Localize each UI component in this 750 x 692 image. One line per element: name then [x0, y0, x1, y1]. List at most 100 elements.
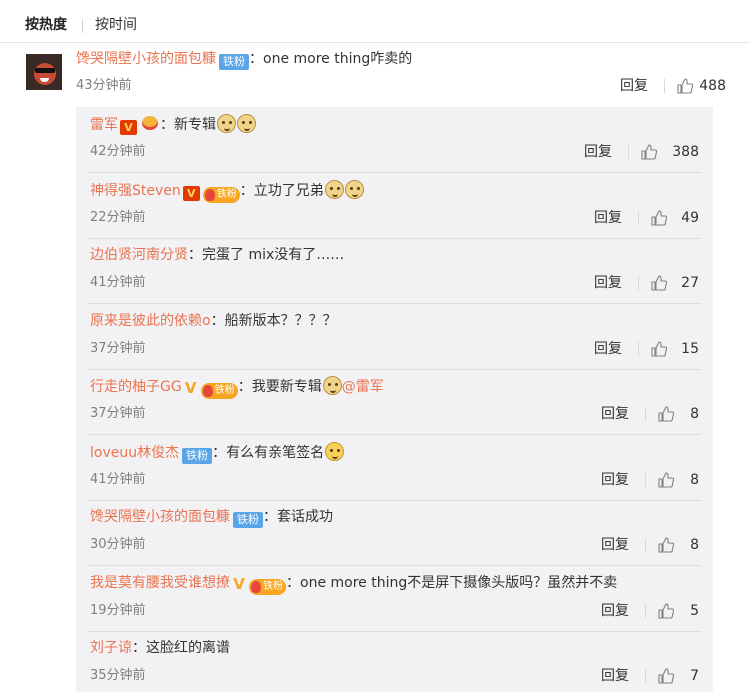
- reply-item: 原来是彼此的依赖o：船新版本？？？？ 37分钟前 回复 15: [76, 304, 713, 370]
- reply-item: loveuu林俊杰 铁粉 ：有么有亲笔签名 41分钟前 回复 8: [76, 435, 713, 501]
- sort-divider: [82, 19, 83, 33]
- doge-emoji-icon: [344, 180, 364, 199]
- reply-line: loveuu林俊杰 铁粉 ：有么有亲笔签名: [90, 442, 345, 464]
- reply-button[interactable]: 回复: [594, 339, 622, 359]
- reply-item: 神得强Steven V 铁粉 ：立功了兄弟 22分钟前 回复 49: [76, 173, 713, 239]
- reply-item: 刘子谅：这脸红的离谱 35分钟前 回复 7: [76, 631, 713, 692]
- reply-author-name[interactable]: 神得强Steven: [90, 183, 181, 199]
- reply-time: 37分钟前: [90, 341, 146, 356]
- colon: ：: [239, 183, 254, 199]
- thumbs-up-icon[interactable]: [641, 144, 657, 160]
- action-divider: [638, 276, 639, 290]
- doge-emoji-icon: [324, 180, 344, 199]
- colon: ：: [212, 445, 227, 461]
- action-divider: [638, 211, 639, 225]
- reply-author-name[interactable]: 馋哭隔壁小孩的面包糠: [90, 509, 230, 525]
- like-count: 5: [690, 603, 699, 619]
- thumbs-up-icon[interactable]: [651, 275, 667, 291]
- reply-button[interactable]: 回复: [601, 601, 629, 621]
- reply-text: 完蛋了 mix没有了……: [202, 247, 345, 263]
- action-divider: [645, 538, 646, 552]
- doge-emoji-icon: [217, 114, 236, 133]
- reply-button[interactable]: 回复: [584, 142, 612, 162]
- reply-author-name[interactable]: 刘子谅: [90, 640, 132, 656]
- comment-actions: 回复 488: [620, 76, 730, 96]
- colon: ：: [263, 509, 277, 525]
- reply-time: 37分钟前: [90, 406, 146, 421]
- reply-author-name[interactable]: loveuu林俊杰: [90, 445, 179, 461]
- reply-actions: 回复 49: [594, 208, 709, 228]
- reply-line: 雷军 V ：新专辑: [90, 114, 256, 135]
- reply-author-name[interactable]: 雷军: [90, 117, 118, 133]
- comment-text: one more thing咋卖的: [263, 51, 413, 67]
- thumbs-up-icon[interactable]: [658, 406, 674, 422]
- like-count: 8: [690, 472, 699, 488]
- colon: ：: [237, 379, 252, 395]
- reply-time: 42分钟前: [90, 144, 146, 159]
- comment-time: 43分钟前: [76, 78, 132, 93]
- thumbs-up-icon[interactable]: [658, 537, 674, 553]
- verified-v-icon[interactable]: V: [182, 186, 200, 201]
- reply-time: 22分钟前: [90, 210, 146, 225]
- reply-line: 神得强Steven V 铁粉 ：立功了兄弟: [90, 180, 364, 203]
- like-count: 8: [690, 406, 699, 422]
- reply-time: 30分钟前: [90, 537, 146, 552]
- mention-link[interactable]: @雷军: [342, 379, 384, 395]
- reply-button[interactable]: 回复: [594, 273, 622, 293]
- verified-v-icon[interactable]: V: [120, 120, 137, 135]
- fan-medal-badge[interactable]: 铁粉: [200, 383, 238, 399]
- reply-button[interactable]: 回复: [601, 470, 629, 490]
- fan-medal-badge[interactable]: 铁粉: [249, 579, 286, 595]
- reply-item: 行走的柚子GG V 铁粉 ：我要新专辑 @雷军 37分钟前 回复 8: [76, 369, 713, 435]
- fan-badge[interactable]: 铁粉: [219, 54, 249, 70]
- thumbs-up-icon[interactable]: [677, 78, 693, 94]
- reply-text: 套话成功: [277, 509, 333, 525]
- reply-button[interactable]: 回复: [601, 535, 629, 555]
- reply-actions: 回复 388: [584, 142, 709, 162]
- thumbs-up-icon[interactable]: [651, 341, 667, 357]
- reply-author-name[interactable]: 行走的柚子GG: [90, 379, 182, 395]
- doge-emoji-icon: [237, 114, 256, 133]
- reply-author-name[interactable]: 我是莫有腰我受谁想撩: [90, 575, 230, 591]
- reply-line: 原来是彼此的依赖o：船新版本？？？？: [90, 311, 337, 331]
- action-divider: [645, 669, 646, 683]
- commenter-name[interactable]: 馋哭隔壁小孩的面包糠: [76, 51, 216, 67]
- colon: ：: [188, 247, 202, 263]
- verified-v-icon[interactable]: V: [232, 577, 246, 592]
- tab-sort-time[interactable]: 按时间: [95, 15, 137, 35]
- verified-v-icon[interactable]: V: [184, 381, 198, 396]
- like-count: 8: [690, 537, 699, 553]
- like-count: 488: [699, 78, 726, 94]
- thumbs-up-icon[interactable]: [658, 603, 674, 619]
- thumbs-up-icon[interactable]: [651, 210, 667, 226]
- fan-medal-icon[interactable]: [140, 115, 160, 131]
- action-divider: [638, 342, 639, 356]
- doge-emoji-icon: [322, 376, 342, 395]
- reply-actions: 回复 15: [594, 339, 709, 359]
- reply-line: 行走的柚子GG V 铁粉 ：我要新专辑 @雷军: [90, 376, 384, 399]
- reply-actions: 回复 8: [601, 404, 709, 424]
- reply-author-name[interactable]: 边伯贤河南分贤: [90, 247, 188, 263]
- reply-author-name[interactable]: 原来是彼此的依赖o: [90, 313, 211, 329]
- fan-medal-badge[interactable]: 铁粉: [202, 187, 240, 203]
- reply-line: 馋哭隔壁小孩的面包糠 铁粉 ：套话成功: [90, 507, 333, 528]
- reply-line: 刘子谅：这脸红的离谱: [90, 638, 230, 658]
- thumbs-up-icon[interactable]: [658, 668, 674, 684]
- reply-item: 我是莫有腰我受谁想撩 V 铁粉 ：one more thing不是屏下摄像头版吗？虽然…: [76, 566, 713, 632]
- reply-text: 新专辑: [174, 117, 216, 133]
- reply-text: one more thing不是屏下摄像头版吗？虽然并不卖: [300, 575, 618, 591]
- action-divider: [645, 473, 646, 487]
- action-divider: [664, 79, 665, 93]
- tab-sort-hot[interactable]: 按热度: [25, 15, 67, 35]
- fan-badge[interactable]: 铁粉: [182, 448, 213, 464]
- action-divider: [645, 407, 646, 421]
- fan-badge[interactable]: 铁粉: [233, 512, 263, 528]
- reply-button[interactable]: 回复: [601, 666, 629, 686]
- like-count: 15: [681, 341, 699, 357]
- avatar[interactable]: [26, 54, 62, 90]
- reply-button[interactable]: 回复: [594, 208, 622, 228]
- thumbs-up-icon[interactable]: [658, 472, 674, 488]
- reply-button[interactable]: 回复: [620, 76, 648, 96]
- like-count: 7: [690, 668, 699, 684]
- reply-button[interactable]: 回复: [601, 404, 629, 424]
